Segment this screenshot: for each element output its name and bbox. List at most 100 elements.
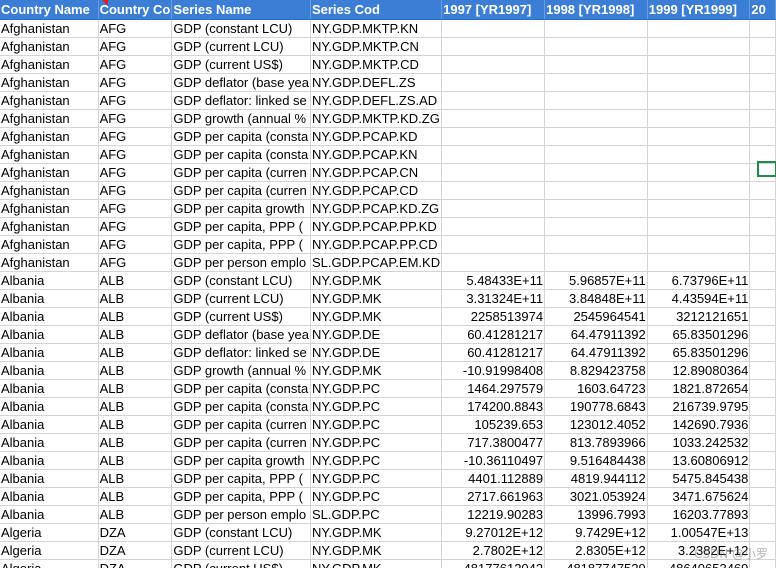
cell[interactable]: Albania	[0, 289, 99, 308]
cell[interactable]: AFG	[98, 73, 173, 92]
cell[interactable]: Afghanistan	[0, 73, 99, 92]
cell[interactable]: 5475.845438	[647, 469, 751, 488]
cell[interactable]: GDP per capita, PPP (	[171, 487, 311, 506]
cell[interactable]: 13996.7993	[544, 505, 648, 524]
col-header-series-name[interactable]: Series Name	[171, 0, 311, 20]
cell[interactable]	[544, 199, 648, 218]
cell[interactable]: Algeria	[0, 541, 99, 560]
cell[interactable]: Albania	[0, 325, 99, 344]
cell[interactable]: 64.47911392	[544, 343, 648, 362]
cell[interactable]	[749, 433, 776, 452]
cell[interactable]: Afghanistan	[0, 37, 99, 56]
cell[interactable]	[749, 325, 776, 344]
cell[interactable]	[647, 73, 751, 92]
cell[interactable]: ALB	[98, 343, 173, 362]
cell[interactable]: NY.GDP.MKTP.CN	[310, 37, 443, 56]
cell[interactable]: Afghanistan	[0, 163, 99, 182]
cell[interactable]: ALB	[98, 469, 173, 488]
cell[interactable]: NY.GDP.DE	[310, 325, 443, 344]
cell[interactable]	[441, 199, 546, 218]
col-header-1999[interactable]: 1999 [YR1999]	[647, 0, 751, 20]
cell[interactable]	[749, 55, 776, 74]
cell[interactable]: NY.GDP.PC	[310, 433, 443, 452]
cell[interactable]: AFG	[98, 181, 173, 200]
cell[interactable]: GDP (current US$)	[171, 559, 311, 568]
cell[interactable]: ALB	[98, 307, 173, 326]
cell[interactable]	[749, 199, 776, 218]
cell[interactable]: 65.83501296	[647, 325, 751, 344]
cell[interactable]: GDP per capita, PPP (	[171, 469, 311, 488]
cell[interactable]	[544, 163, 648, 182]
cell[interactable]	[544, 109, 648, 128]
cell[interactable]: Albania	[0, 487, 99, 506]
cell[interactable]: GDP per capita, PPP (	[171, 217, 311, 236]
cell[interactable]	[544, 145, 648, 164]
cell[interactable]: AFG	[98, 253, 173, 272]
cell[interactable]: 48177612042	[441, 559, 546, 568]
cell[interactable]: AFG	[98, 217, 173, 236]
cell[interactable]: 13.60806912	[647, 451, 751, 470]
cell[interactable]	[544, 253, 648, 272]
cell[interactable]: GDP (current US$)	[171, 307, 311, 326]
cell[interactable]: GDP (current LCU)	[171, 541, 311, 560]
col-header-1998[interactable]: 1998 [YR1998]	[544, 0, 648, 20]
cell[interactable]: Afghanistan	[0, 91, 99, 110]
cell[interactable]: ALB	[98, 289, 173, 308]
cell[interactable]	[441, 163, 546, 182]
cell[interactable]: DZA	[98, 559, 173, 568]
cell[interactable]: 2.7802E+12	[441, 541, 546, 560]
cell[interactable]: Albania	[0, 397, 99, 416]
spreadsheet-grid[interactable]: Country Name Country Co Series Name Seri…	[0, 0, 776, 568]
cell[interactable]: GDP per capita (consta	[171, 127, 311, 146]
cell[interactable]: 142690.7936	[647, 415, 751, 434]
cell[interactable]: ALB	[98, 325, 173, 344]
cell[interactable]	[749, 505, 776, 524]
cell[interactable]: 6.73796E+11	[647, 271, 751, 290]
cell[interactable]: -10.36110497	[441, 451, 546, 470]
cell[interactable]: AFG	[98, 109, 173, 128]
cell[interactable]: SL.GDP.PC	[310, 505, 443, 524]
cell[interactable]: NY.GDP.PCAP.KD	[310, 127, 443, 146]
cell[interactable]: NY.GDP.MK	[310, 559, 443, 568]
cell[interactable]: NY.GDP.MK	[310, 361, 443, 380]
cell[interactable]: 4401.112889	[441, 469, 546, 488]
cell[interactable]: 60.41281217	[441, 343, 546, 362]
cell[interactable]	[441, 181, 546, 200]
cell[interactable]: AFG	[98, 19, 173, 38]
cell[interactable]: 9.27012E+12	[441, 523, 546, 542]
cell[interactable]: 60.41281217	[441, 325, 546, 344]
cell[interactable]: NY.GDP.PCAP.KN	[310, 145, 443, 164]
cell[interactable]: GDP per person emplo	[171, 253, 311, 272]
cell[interactable]	[544, 127, 648, 146]
cell[interactable]: ALB	[98, 433, 173, 452]
cell[interactable]: GDP (current LCU)	[171, 289, 311, 308]
cell[interactable]	[749, 253, 776, 272]
cell[interactable]: 8.829423758	[544, 361, 648, 380]
cell[interactable]: ALB	[98, 487, 173, 506]
cell[interactable]	[749, 307, 776, 326]
cell[interactable]: 1464.297579	[441, 379, 546, 398]
cell[interactable]: 1033.242532	[647, 433, 751, 452]
cell[interactable]	[441, 73, 546, 92]
cell[interactable]: ALB	[98, 397, 173, 416]
cell[interactable]	[749, 487, 776, 506]
cell[interactable]: Afghanistan	[0, 253, 99, 272]
cell[interactable]	[749, 217, 776, 236]
cell[interactable]	[647, 109, 751, 128]
cell[interactable]: 64.47911392	[544, 325, 648, 344]
cell[interactable]: NY.GDP.MKTP.CD	[310, 55, 443, 74]
cell[interactable]: NY.GDP.PC	[310, 379, 443, 398]
cell[interactable]: DZA	[98, 523, 173, 542]
cell[interactable]: NY.GDP.MK	[310, 523, 443, 542]
cell[interactable]: GDP per capita (curren	[171, 415, 311, 434]
cell[interactable]: 2258513974	[441, 307, 546, 326]
cell[interactable]	[749, 109, 776, 128]
cell[interactable]	[647, 253, 751, 272]
cell[interactable]	[441, 145, 546, 164]
cell[interactable]: SL.GDP.PCAP.EM.KD	[310, 253, 443, 272]
cell[interactable]: 3471.675624	[647, 487, 751, 506]
cell[interactable]: GDP growth (annual %	[171, 361, 311, 380]
cell[interactable]: GDP (current LCU)	[171, 37, 311, 56]
cell[interactable]: Albania	[0, 469, 99, 488]
col-header-country-code[interactable]: Country Co	[98, 0, 173, 20]
